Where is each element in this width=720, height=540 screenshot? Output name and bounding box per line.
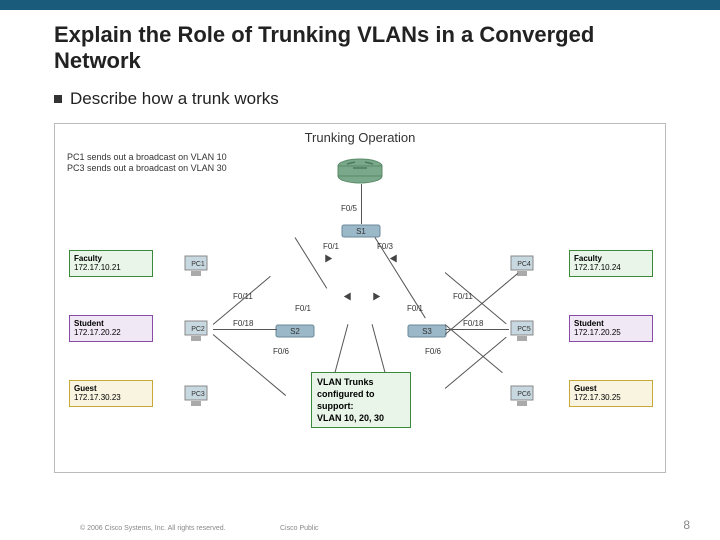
arrow-icon (390, 252, 400, 262)
switch-s3-label: S3 (422, 327, 432, 336)
arrow-icon (344, 292, 354, 302)
pc4-icon: PC4 (509, 254, 539, 278)
guest-box-right: Guest 172.17.30.25 (569, 380, 653, 407)
port-f06-r: F0/6 (425, 347, 441, 356)
guest-r-ip: 172.17.30.25 (574, 393, 648, 403)
student-box-left: Student 172.17.20.22 (69, 315, 153, 342)
trunk-l3: support: (317, 400, 405, 412)
guest-r-title: Guest (574, 384, 648, 394)
student-r-title: Student (574, 319, 648, 329)
diagram-title: Trunking Operation (55, 130, 665, 145)
switch-s3-icon: S3 (407, 319, 447, 339)
page-number: 8 (683, 518, 690, 532)
svg-text:PC1: PC1 (191, 261, 205, 268)
vlan-trunk-box: VLAN Trunks configured to support: VLAN … (311, 372, 411, 429)
broadcast-line1: PC1 sends out a broadcast on VLAN 10 (67, 152, 227, 164)
arrow-icon (370, 292, 380, 302)
switch-s2-icon: S2 (275, 319, 315, 339)
diagram-container: Trunking Operation PC1 sends out a broad… (54, 123, 666, 473)
svg-text:PC4: PC4 (517, 261, 531, 268)
port-f011-l: F0/11 (233, 292, 253, 301)
port-f05: F0/5 (341, 204, 357, 213)
slide-title: Explain the Role of Trunking VLANs in a … (0, 10, 720, 83)
footer-label: Cisco Public (280, 525, 380, 532)
pc5-icon: PC5 (509, 319, 539, 343)
port-f01-s2: F0/1 (295, 304, 311, 313)
port-f06-l: F0/6 (273, 347, 289, 356)
port-f018-l: F0/18 (233, 319, 253, 328)
arrow-icon (322, 252, 332, 262)
footer-copyright: © 2006 Cisco Systems, Inc. All rights re… (80, 525, 280, 532)
trunk-l4: VLAN 10, 20, 30 (317, 412, 405, 424)
svg-text:PC6: PC6 (517, 391, 531, 398)
faculty-l-ip: 172.17.10.21 (74, 263, 148, 273)
svg-text:PC2: PC2 (191, 326, 205, 333)
student-l-ip: 172.17.20.22 (74, 328, 148, 338)
broadcast-line2: PC3 sends out a broadcast on VLAN 30 (67, 163, 227, 175)
guest-box-left: Guest 172.17.30.23 (69, 380, 153, 407)
svg-text:PC5: PC5 (517, 326, 531, 333)
switch-s2-label: S2 (290, 327, 300, 336)
faculty-box-left: Faculty 172.17.10.21 (69, 250, 153, 277)
student-box-right: Student 172.17.20.25 (569, 315, 653, 342)
top-accent-bar (0, 0, 720, 10)
guest-l-ip: 172.17.30.23 (74, 393, 148, 403)
bullet-item: Describe how a trunk works (0, 83, 720, 109)
bullet-text: Describe how a trunk works (70, 89, 279, 109)
faculty-r-title: Faculty (574, 254, 648, 264)
port-f01-s1l: F0/1 (323, 242, 339, 251)
switch-s1-label: S1 (356, 227, 366, 236)
pc6-icon: PC6 (509, 384, 539, 408)
pc1-icon: PC1 (183, 254, 213, 278)
port-f018-r: F0/18 (463, 319, 483, 328)
trunk-l2: configured to (317, 388, 405, 400)
faculty-r-ip: 172.17.10.24 (574, 263, 648, 273)
student-l-title: Student (74, 319, 148, 329)
bullet-square-icon (54, 95, 62, 103)
broadcast-description: PC1 sends out a broadcast on VLAN 10 PC3… (67, 152, 227, 175)
svg-text:PC3: PC3 (191, 391, 205, 398)
student-r-ip: 172.17.20.25 (574, 328, 648, 338)
pc2-icon: PC2 (183, 319, 213, 343)
port-f011-r: F0/11 (453, 292, 473, 301)
trunk-l1: VLAN Trunks (317, 376, 405, 388)
guest-l-title: Guest (74, 384, 148, 394)
router-icon (337, 154, 383, 184)
pc3-icon: PC3 (183, 384, 213, 408)
faculty-box-right: Faculty 172.17.10.24 (569, 250, 653, 277)
port-f01-s3: F0/1 (407, 304, 423, 313)
footer: © 2006 Cisco Systems, Inc. All rights re… (80, 525, 700, 532)
faculty-l-title: Faculty (74, 254, 148, 264)
port-f03-s1r: F0/3 (377, 242, 393, 251)
